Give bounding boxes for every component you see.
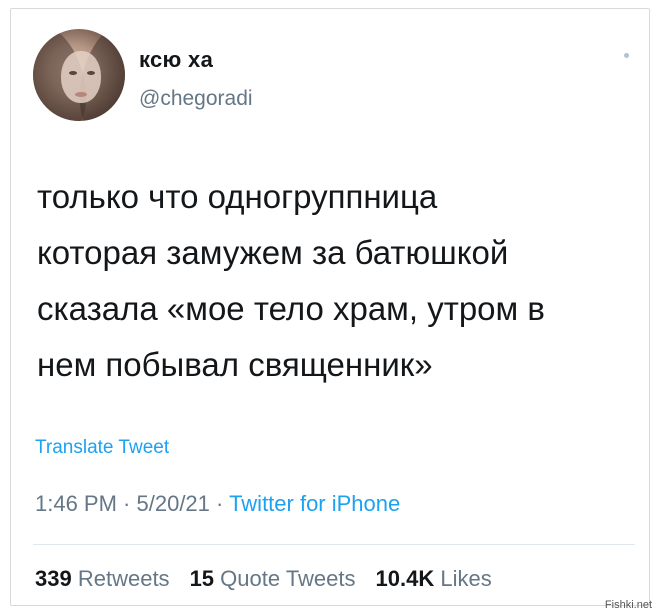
avatar-eye-right (87, 71, 95, 75)
tweet-line: только что одногруппница (37, 178, 438, 215)
tweet-text: только что одногруппница которая замужем… (37, 169, 637, 393)
more-dot-icon[interactable] (624, 53, 629, 58)
likes-count: 10.4K (375, 566, 435, 591)
watermark: Fishki.net (604, 599, 652, 611)
retweets-count: 339 (35, 566, 72, 591)
avatar-eye-left (69, 71, 77, 75)
likes-label: Likes (440, 566, 492, 591)
tweet-date[interactable]: 5/20/21 (137, 491, 210, 516)
quote-tweets-count: 15 (189, 566, 215, 591)
avatar-lips (75, 92, 87, 97)
tweet-card: ксю ха @chegoradi только что одногруппни… (10, 8, 650, 606)
tweet-time[interactable]: 1:46 PM (35, 491, 117, 516)
tweet-meta: 1:46 PM · 5/20/21 · Twitter for iPhone (35, 491, 400, 517)
divider (33, 544, 635, 545)
avatar[interactable] (33, 29, 125, 121)
tweet-stats: 339 Retweets 15 Quote Tweets 10.4K Likes (35, 566, 492, 592)
user-handle[interactable]: @chegoradi (139, 87, 253, 111)
retweets-stat[interactable]: 339 Retweets (35, 566, 170, 591)
retweets-label: Retweets (77, 566, 170, 591)
meta-separator: · (209, 491, 230, 516)
quote-tweets-label: Quote Tweets (220, 566, 356, 591)
tweet-source-link[interactable]: Twitter for iPhone (229, 491, 400, 516)
display-name[interactable]: ксю ха (139, 47, 213, 73)
tweet-line: которая замужем за батюшкой (37, 234, 509, 271)
meta-separator: · (116, 491, 137, 516)
translate-tweet-link[interactable]: Translate Tweet (35, 437, 169, 459)
quote-tweets-stat[interactable]: 15 Quote Tweets (190, 566, 356, 591)
tweet-line: сказала «мое тело храм, утром в (37, 290, 545, 327)
likes-stat[interactable]: 10.4K Likes (376, 566, 492, 591)
tweet-line: нем побывал священник» (37, 346, 433, 383)
